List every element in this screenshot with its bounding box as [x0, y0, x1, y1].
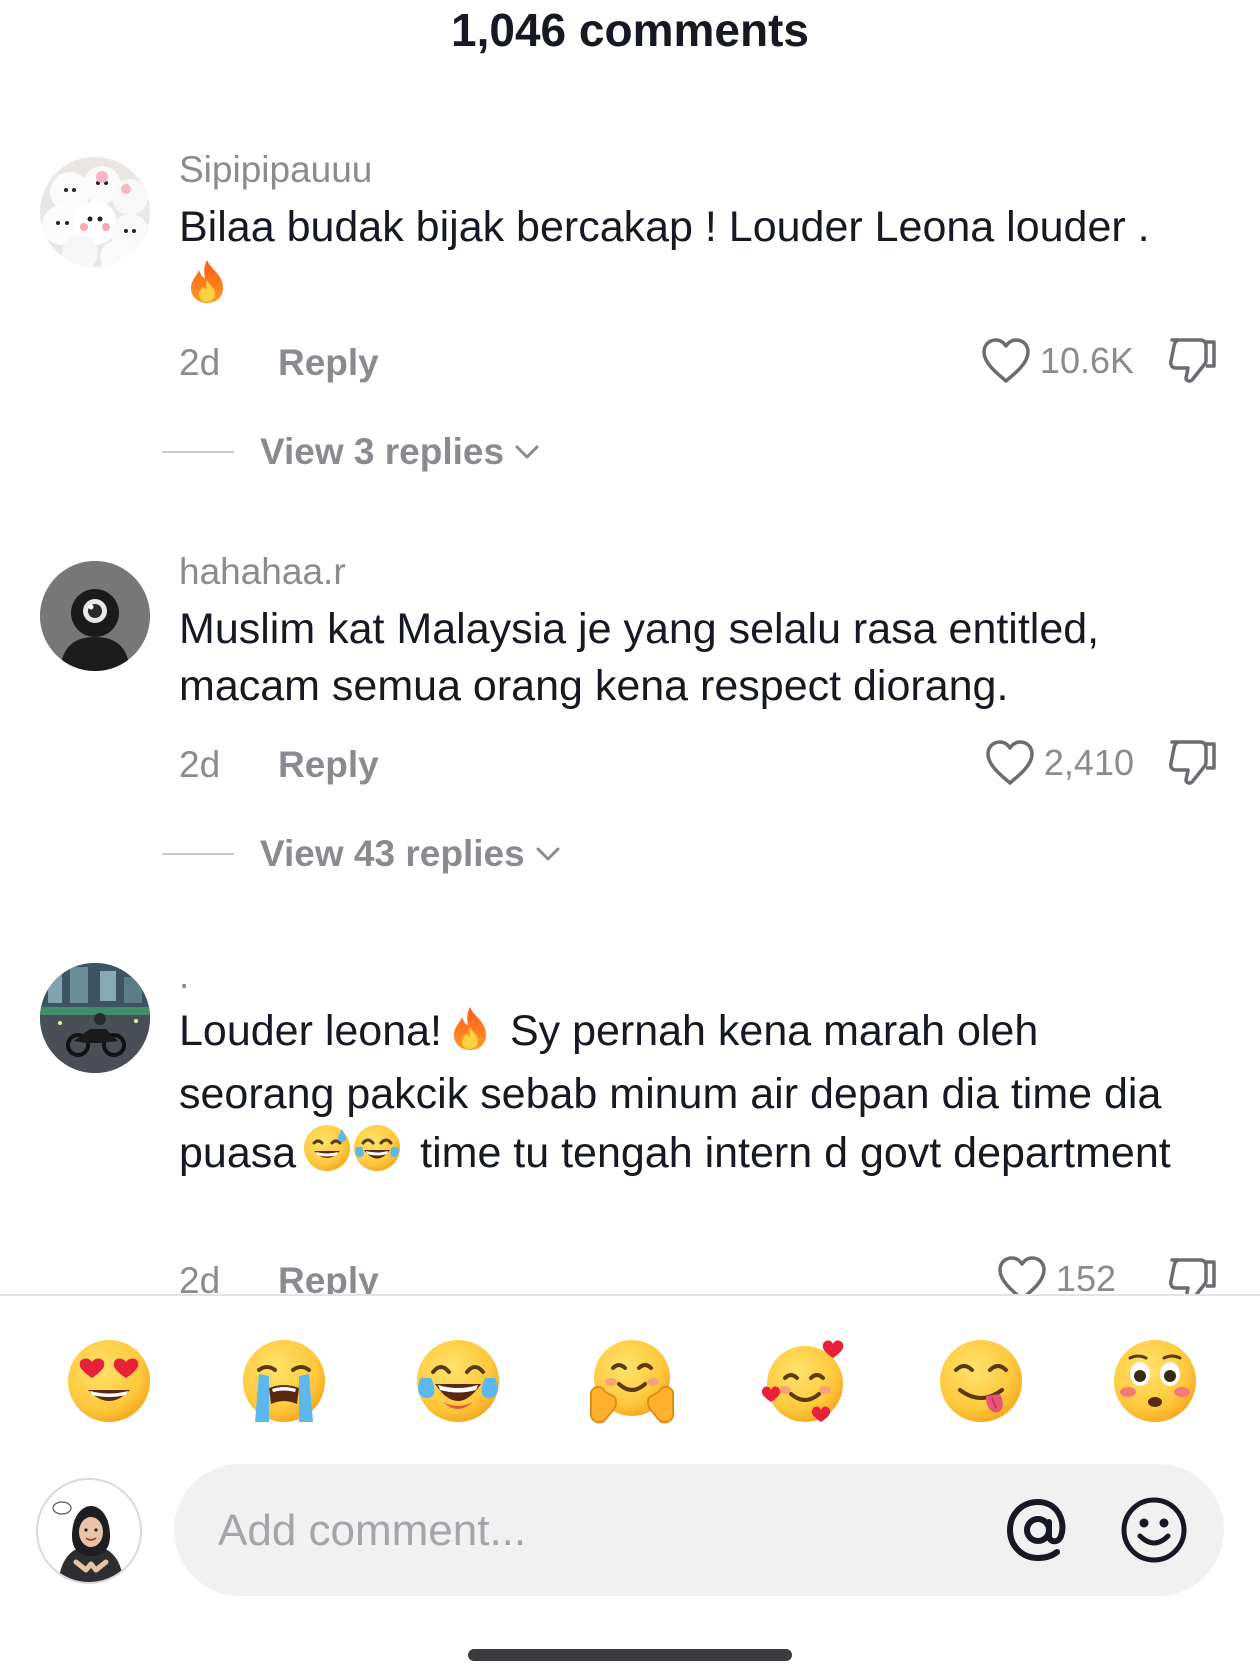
commenter-avatar[interactable]: [40, 157, 150, 267]
comment-username[interactable]: .: [179, 954, 189, 998]
comment-input-box[interactable]: [174, 1464, 1224, 1598]
comment-text-part1: Louder leona!: [179, 1007, 442, 1055]
heart-eyes-emoji[interactable]: [64, 1336, 154, 1426]
fire-emoji: [185, 258, 229, 319]
chevron-down-icon: [515, 445, 539, 459]
comment-time: 2d: [179, 342, 221, 383]
flushed-emoji[interactable]: [1110, 1336, 1200, 1426]
at-sign-icon: [1006, 1498, 1066, 1562]
chevron-down-icon: [536, 847, 560, 861]
hugging-emoji[interactable]: [587, 1336, 677, 1426]
like-count: 10.6K: [1039, 340, 1134, 381]
home-indicator[interactable]: [468, 1649, 792, 1661]
comments-header-title: 1,046 comments: [451, 4, 809, 56]
divider-line: [162, 451, 234, 453]
comment-username[interactable]: Sipipipauuu: [179, 148, 372, 192]
comment-time: 2d: [179, 744, 221, 785]
comment-text: Bilaa budak bijak bercakap ! Louder Leon…: [179, 199, 1199, 319]
loudly-crying-emoji[interactable]: [239, 1336, 329, 1426]
like-count: 2,410: [1043, 742, 1134, 783]
thumbs-down-icon: [1169, 338, 1216, 383]
comment-text-body: Bilaa budak bijak bercakap ! Louder Leon…: [179, 203, 1150, 251]
heart-icon: [986, 740, 1034, 785]
like-button[interactable]: 10.6K: [980, 336, 1134, 386]
mention-button[interactable]: [1002, 1494, 1074, 1566]
comment-text: Louder leona! Sy pernah kena marah oleh …: [179, 1003, 1199, 1188]
thumbs-down-icon: [1169, 740, 1216, 785]
like-button[interactable]: 2,410: [984, 738, 1134, 788]
smiley-icon: [1121, 1497, 1187, 1563]
smiling-face-with-hearts-emoji[interactable]: [761, 1336, 851, 1426]
tears-of-joy-emoji: [352, 1123, 402, 1188]
comment-username[interactable]: hahahaa.r: [179, 550, 346, 594]
comment-text-part3: time tu tengah intern d govt department: [420, 1129, 1171, 1177]
dislike-button[interactable]: [1164, 332, 1220, 388]
commenter-avatar[interactable]: [40, 963, 150, 1073]
reply-button[interactable]: Reply: [278, 342, 379, 384]
heart-icon: [982, 338, 1030, 383]
commenter-avatar[interactable]: [40, 561, 150, 671]
my-avatar[interactable]: [36, 1478, 142, 1584]
view-replies-button[interactable]: View 3 replies: [162, 427, 540, 477]
yum-emoji[interactable]: [936, 1336, 1026, 1426]
comment-composer-panel: [0, 1296, 1260, 1680]
comment-meta: 2d Reply: [179, 338, 379, 388]
view-replies-label: View 3 replies: [260, 431, 505, 472]
view-replies-button[interactable]: View 43 replies: [162, 829, 561, 879]
dislike-button[interactable]: [1164, 734, 1220, 790]
fire-emoji: [448, 1005, 492, 1066]
grinning-sweat-emoji: [302, 1123, 352, 1188]
comment-text: Muslim kat Malaysia je yang selalu rasa …: [179, 605, 1100, 710]
add-comment-input[interactable]: [216, 1464, 920, 1598]
emoji-picker-button[interactable]: [1118, 1494, 1190, 1566]
divider-line: [162, 853, 234, 855]
comment-meta: 2d Reply: [179, 740, 379, 790]
reply-button[interactable]: Reply: [278, 744, 379, 786]
quick-emoji-bar: [0, 1336, 1260, 1426]
view-replies-label: View 43 replies: [260, 833, 525, 874]
tears-of-joy-emoji[interactable]: [413, 1336, 503, 1426]
